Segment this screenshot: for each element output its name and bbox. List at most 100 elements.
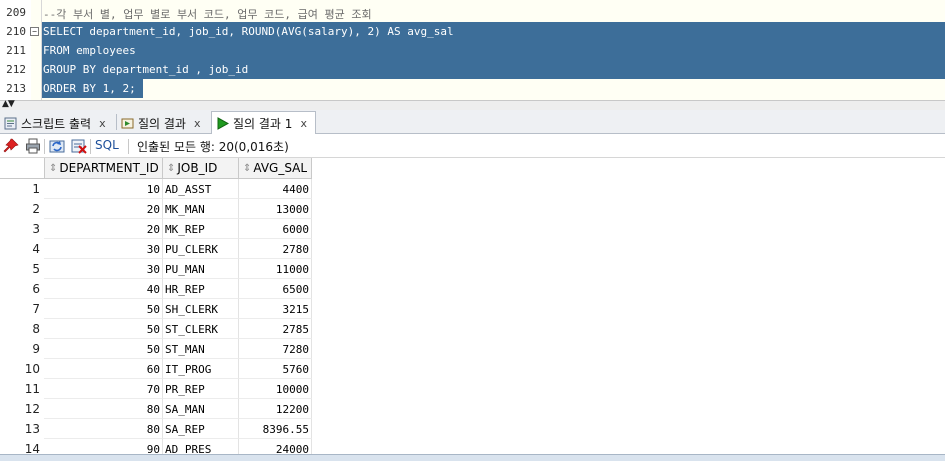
code-text[interactable]: FROM employees: [43, 44, 136, 57]
row-number: 7: [0, 299, 44, 319]
close-tab-button[interactable]: x: [300, 117, 307, 130]
pin-icon[interactable]: [3, 138, 19, 154]
cell-avg-sal[interactable]: 7280: [239, 339, 312, 359]
row-number: 11: [0, 379, 44, 399]
table-row[interactable]: 2 20 MK_MAN 13000: [0, 199, 312, 219]
sort-icon[interactable]: ⇕: [243, 163, 251, 174]
cell-department-id[interactable]: 60: [44, 359, 163, 379]
editor-line[interactable]: 209 --각 부서 별, 업무 별로 부서 코드, 업무 코드, 급여 평균 …: [0, 3, 945, 22]
cell-avg-sal[interactable]: 13000: [239, 199, 312, 219]
close-tab-button[interactable]: x: [99, 117, 106, 130]
query-result-icon: [121, 118, 134, 128]
result-grid[interactable]: ⇕ DEPARTMENT_ID ⇕ JOB_ID ⇕ AVG_SAL 1 10 …: [0, 158, 945, 454]
table-row[interactable]: 12 80 SA_MAN 12200: [0, 399, 312, 419]
table-row[interactable]: 4 30 PU_CLERK 2780: [0, 239, 312, 259]
sql-editor[interactable]: 209 --각 부서 별, 업무 별로 부서 코드, 업무 코드, 급여 평균 …: [0, 0, 945, 100]
cell-department-id[interactable]: 80: [44, 399, 163, 419]
cell-department-id[interactable]: 90: [44, 439, 163, 454]
table-row[interactable]: 14 90 AD_PRES 24000: [0, 439, 312, 454]
column-header-department-id[interactable]: ⇕ DEPARTMENT_ID: [44, 158, 163, 179]
sort-icon[interactable]: ⇕: [167, 163, 175, 174]
row-number: 12: [0, 399, 44, 419]
cell-avg-sal[interactable]: 6000: [239, 219, 312, 239]
table-row[interactable]: 5 30 PU_MAN 11000: [0, 259, 312, 279]
print-icon[interactable]: [25, 138, 41, 154]
column-header-job-id[interactable]: ⇕ JOB_ID: [163, 158, 239, 179]
cell-avg-sal[interactable]: 2780: [239, 239, 312, 259]
cell-job-id[interactable]: SA_REP: [163, 419, 239, 439]
cell-avg-sal[interactable]: 24000: [239, 439, 312, 454]
row-number: 4: [0, 239, 44, 259]
fold-toggle-icon[interactable]: −: [30, 27, 39, 36]
cell-department-id[interactable]: 20: [44, 219, 163, 239]
editor-line[interactable]: 210 − SELECT department_id, job_id, ROUN…: [0, 22, 945, 41]
panel-splitter[interactable]: ▲▼: [0, 99, 945, 110]
table-row[interactable]: 9 50 ST_MAN 7280: [0, 339, 312, 359]
tab-query-result[interactable]: 질의 결과 x: [117, 112, 205, 134]
code-text[interactable]: SELECT department_id, job_id, ROUND(AVG(…: [43, 25, 454, 38]
cell-department-id[interactable]: 50: [44, 319, 163, 339]
editor-line[interactable]: 213 ORDER BY 1, 2;: [0, 79, 945, 98]
table-row[interactable]: 10 60 IT_PROG 5760: [0, 359, 312, 379]
cell-avg-sal[interactable]: 11000: [239, 259, 312, 279]
cell-department-id[interactable]: 20: [44, 199, 163, 219]
close-tab-button[interactable]: x: [194, 117, 201, 130]
collapse-arrows-icon[interactable]: ▲▼: [2, 99, 15, 109]
cell-avg-sal[interactable]: 3215: [239, 299, 312, 319]
row-number: 8: [0, 319, 44, 339]
cell-department-id[interactable]: 30: [44, 239, 163, 259]
sort-icon[interactable]: ⇕: [49, 163, 57, 174]
tab-query-result-1[interactable]: 질의 결과 1 x: [211, 111, 316, 134]
cell-department-id[interactable]: 80: [44, 419, 163, 439]
cell-job-id[interactable]: SH_CLERK: [163, 299, 239, 319]
cell-job-id[interactable]: HR_REP: [163, 279, 239, 299]
cell-avg-sal[interactable]: 5760: [239, 359, 312, 379]
cell-avg-sal[interactable]: 12200: [239, 399, 312, 419]
cell-avg-sal[interactable]: 2785: [239, 319, 312, 339]
cell-department-id[interactable]: 10: [44, 179, 163, 199]
cell-avg-sal[interactable]: 10000: [239, 379, 312, 399]
row-number: 1: [0, 179, 44, 199]
refresh-icon[interactable]: [49, 138, 65, 154]
clear-icon[interactable]: [71, 138, 87, 154]
row-number: 9: [0, 339, 44, 359]
cell-job-id[interactable]: ST_CLERK: [163, 319, 239, 339]
cell-job-id[interactable]: AD_ASST: [163, 179, 239, 199]
cell-job-id[interactable]: SA_MAN: [163, 399, 239, 419]
cell-avg-sal[interactable]: 8396.55: [239, 419, 312, 439]
cell-department-id[interactable]: 50: [44, 299, 163, 319]
toolbar-divider: [128, 139, 129, 154]
cell-department-id[interactable]: 30: [44, 259, 163, 279]
table-row[interactable]: 3 20 MK_REP 6000: [0, 219, 312, 239]
code-text[interactable]: ORDER BY 1, 2;: [43, 82, 136, 95]
tab-script-output[interactable]: 스크립트 출력 x: [0, 112, 110, 134]
selection-highlight: [42, 41, 945, 60]
table-row[interactable]: 1 10 AD_ASST 4400: [0, 179, 312, 199]
cell-job-id[interactable]: MK_REP: [163, 219, 239, 239]
table-row[interactable]: 11 70 PR_REP 10000: [0, 379, 312, 399]
cell-job-id[interactable]: ST_MAN: [163, 339, 239, 359]
cell-department-id[interactable]: 50: [44, 339, 163, 359]
sql-button[interactable]: SQL: [95, 138, 119, 152]
editor-line[interactable]: 212 GROUP BY department_id , job_id: [0, 60, 945, 79]
cell-job-id[interactable]: MK_MAN: [163, 199, 239, 219]
table-row[interactable]: 13 80 SA_REP 8396.55: [0, 419, 312, 439]
cell-department-id[interactable]: 40: [44, 279, 163, 299]
column-header-avg-sal[interactable]: ⇕ AVG_SAL: [239, 158, 312, 179]
script-output-icon: [4, 117, 17, 129]
table-row[interactable]: 8 50 ST_CLERK 2785: [0, 319, 312, 339]
code-comment[interactable]: --각 부서 별, 업무 별로 부서 코드, 업무 코드, 급여 평균 조회: [43, 6, 372, 22]
editor-line[interactable]: 211 FROM employees: [0, 41, 945, 60]
cell-job-id[interactable]: PR_REP: [163, 379, 239, 399]
cell-job-id[interactable]: PU_MAN: [163, 259, 239, 279]
table-row[interactable]: 6 40 HR_REP 6500: [0, 279, 312, 299]
cell-job-id[interactable]: IT_PROG: [163, 359, 239, 379]
code-text[interactable]: GROUP BY department_id , job_id: [43, 63, 248, 76]
table-row[interactable]: 7 50 SH_CLERK 3215: [0, 299, 312, 319]
cell-job-id[interactable]: AD_PRES: [163, 439, 239, 454]
cell-avg-sal[interactable]: 6500: [239, 279, 312, 299]
cell-avg-sal[interactable]: 4400: [239, 179, 312, 199]
cell-job-id[interactable]: PU_CLERK: [163, 239, 239, 259]
cell-department-id[interactable]: 70: [44, 379, 163, 399]
toolbar-divider: [44, 139, 45, 154]
